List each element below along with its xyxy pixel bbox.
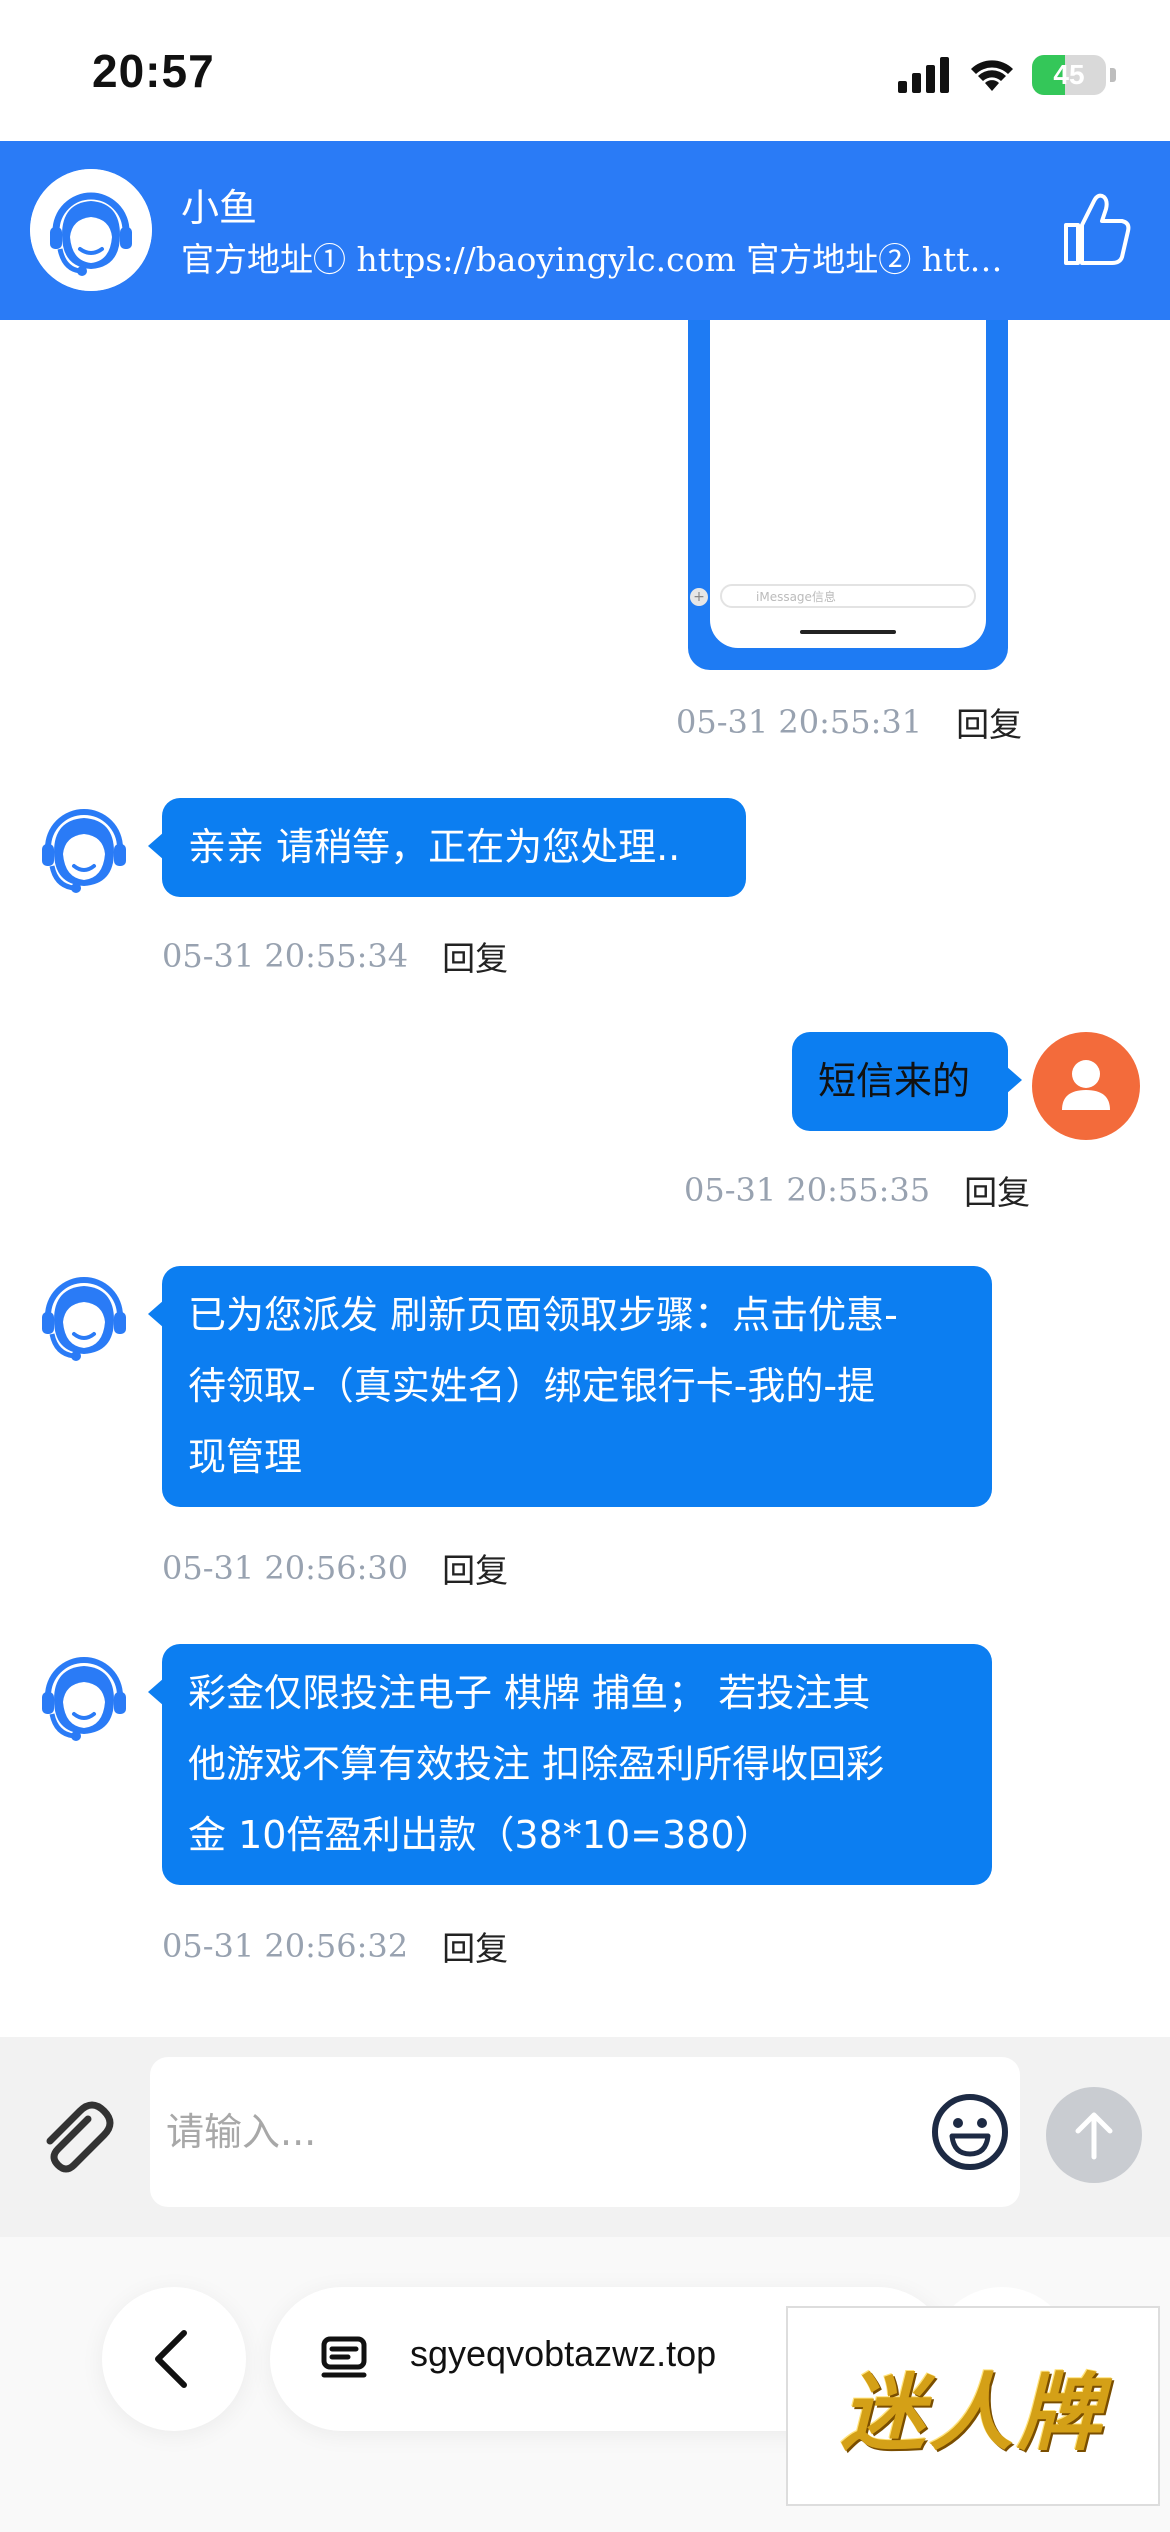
battery-indicator: 45 [1032,55,1106,95]
message-bubble[interactable]: 亲亲 请稍等，正在为您处理.. [148,798,746,897]
battery-cap [1110,68,1116,82]
wifi-icon [971,60,1013,91]
arrow-up-icon [1075,2112,1113,2160]
reply-button[interactable]: 回复 [956,698,1022,746]
screenshot-thumbnail: + iMessage信息 [690,320,986,648]
chat-header: 小鱼 官方地址① https://baoyingylc.com 官方地址② ht… [0,141,1170,320]
message-meta: 05-31 20:56:32 回复 [162,1921,508,1971]
composer-bar [0,2037,1170,2237]
message-time: 05-31 20:56:32 [162,1927,409,1965]
status-icons: 45 [898,52,1116,98]
message-meta: 05-31 20:56:30 回复 [162,1543,508,1593]
support-agent-avatar[interactable] [30,1260,138,1368]
message-line: 待领取-（真实姓名）绑定银行卡-我的-提 [188,1364,876,1408]
watermark-logo: 迷人牌 [786,2306,1160,2506]
image-message[interactable]: + iMessage信息 [688,320,1008,670]
message-line: 彩金仅限投注电子 棋牌 捕鱼； 若投注其 [188,1671,871,1715]
message-input[interactable] [150,2057,1020,2207]
agent-name: 小鱼 [181,186,258,230]
message-meta: 05-31 20:55:35 回复 [684,1165,1030,1215]
agent-avatar[interactable] [30,169,152,291]
watermark-text: 迷人牌 [840,2362,1105,2462]
support-agent-avatar[interactable] [30,1640,138,1748]
message-line: 他游戏不算有效投注 扣除盈利所得收回彩 [188,1742,885,1786]
reader-icon [321,2336,367,2378]
paperclip-icon[interactable] [32,2095,118,2181]
reply-button[interactable]: 回复 [442,1544,508,1592]
user-avatar[interactable] [1032,1032,1140,1140]
imessage-placeholder: iMessage信息 [756,589,836,604]
message-bubble[interactable]: 彩金仅限投注电子 棋牌 捕鱼； 若投注其 他游戏不算有效投注 扣除盈利所得收回彩… [148,1644,992,1885]
thumbs-up-icon[interactable] [1062,191,1132,267]
emoji-icon[interactable] [930,2092,1010,2172]
user-icon [1062,1060,1110,1110]
status-time: 20:57 [92,45,215,97]
reply-button[interactable]: 回复 [964,1166,1030,1214]
message-bubble[interactable]: 已为您派发 刷新页面领取步骤：点击优惠- 待领取-（真实姓名）绑定银行卡-我的-… [148,1266,992,1507]
message-text: 亲亲 请稍等，正在为您处理.. [188,825,681,869]
message-meta: 05-31 20:55:31 回复 [676,697,1022,747]
message-line: 已为您派发 刷新页面领取步骤：点击优惠- [188,1293,898,1337]
message-time: 05-31 20:55:31 [676,703,923,741]
message-time: 05-31 20:55:34 [162,937,409,975]
message-line: 现管理 [188,1435,303,1479]
battery-level: 45 [1053,59,1085,90]
imessage-input-preview: + iMessage信息 [690,584,976,608]
support-agent-icon [30,169,152,291]
support-agent-avatar[interactable] [30,792,138,900]
message-line: 金 10倍盈利出款（38*10=380） [188,1813,773,1857]
header-notice[interactable]: 官方地址① https://baoyingylc.com 官方地址② https… [181,233,1021,281]
message-bubble[interactable]: 短信来的 [792,1032,1022,1131]
message-text: 短信来的 [818,1059,971,1103]
plus-icon: + [690,588,708,606]
message-time: 05-31 20:56:30 [162,1549,409,1587]
home-indicator [800,630,896,634]
chat-messages[interactable]: + iMessage信息 05-31 20:55:31 回复 亲亲 请稍等，正在… [0,320,1170,2037]
cellular-signal-icon [898,57,949,93]
message-meta: 05-31 20:55:34 回复 [162,931,508,981]
url-text: sgyeqvobtazwz.top [410,2333,717,2374]
back-button[interactable] [102,2287,246,2431]
reply-button[interactable]: 回复 [442,1922,508,1970]
chevron-left-icon [155,2330,187,2388]
send-button[interactable] [1046,2087,1142,2183]
reply-button[interactable]: 回复 [442,932,508,980]
status-bar: 20:57 45 [0,0,1170,141]
message-time: 05-31 20:55:35 [684,1171,931,1209]
